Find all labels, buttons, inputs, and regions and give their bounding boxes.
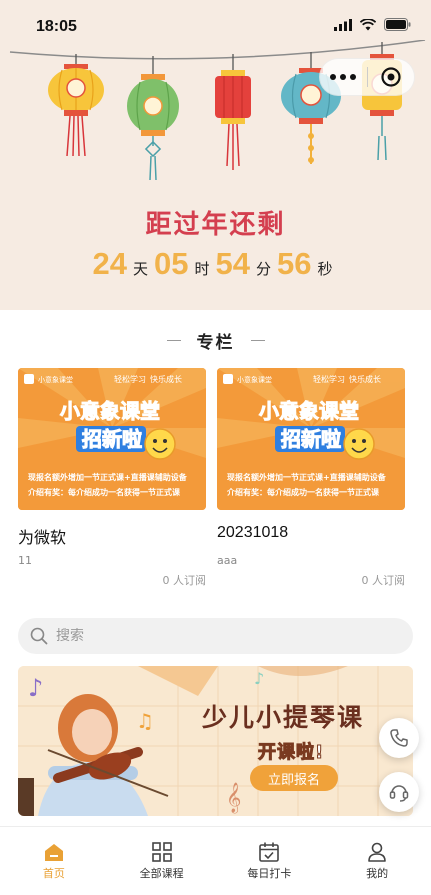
countdown-minutes: 54: [215, 246, 250, 281]
poster-line-2: 介绍有奖：每介绍成功一名获得一节正式课: [27, 487, 181, 497]
signal-icon: [334, 18, 352, 31]
poster-slogan-b: 快乐成长: [349, 374, 381, 384]
status-time: 18:05: [36, 18, 77, 35]
user-icon: [368, 842, 386, 862]
tab-daily-checkin-label: 每日打卡: [247, 867, 292, 880]
poster-slogan-a: 轻松学习: [114, 374, 146, 384]
card-subscriber-count: 0 人订阅: [361, 574, 406, 587]
poster-artwork: 小意象课堂 轻松学习 快乐成长 小意象课堂 招新啦 现报名额外增加一节正式课+直…: [217, 368, 405, 510]
customer-service-button[interactable]: [379, 772, 419, 812]
bottom-tab-bar: 首页 全部课程 每日打卡 我的: [0, 826, 431, 895]
wifi-icon: [360, 18, 376, 30]
countdown-timer: 24 天 05 时 54 分 56 秒: [0, 246, 431, 282]
tab-mine-label: 我的: [366, 867, 389, 880]
calendar-check-icon: [259, 842, 280, 862]
battery-icon: [384, 18, 411, 31]
countdown-days: 24: [92, 246, 127, 281]
dot-icon: [330, 74, 337, 80]
section-title: 专栏: [196, 332, 235, 353]
dot-icon: [350, 74, 357, 80]
home-icon: [44, 844, 63, 861]
tab-daily-checkin[interactable]: 每日打卡: [216, 827, 324, 895]
divider-line: [250, 339, 265, 341]
phone-icon: [390, 729, 408, 747]
poster-brand: 小意象课堂: [237, 375, 272, 384]
mini-program-capsule: [319, 58, 415, 96]
countdown-minutes-unit: 分: [255, 260, 271, 278]
countdown-seconds-unit: 秒: [317, 260, 333, 278]
tab-home-label: 首页: [42, 867, 65, 880]
card-description: 11: [18, 554, 32, 567]
poster-artwork: 小意象课堂 轻松学习 快乐成长 小意象课堂 招新啦 现报名额外增加一节正式课+直…: [18, 368, 206, 510]
more-options-button[interactable]: [320, 59, 367, 95]
violin-course-banner[interactable]: ♪ ♫ 𝄞 ♪ 少儿小提琴课 开课啦! 立即报名: [18, 666, 413, 816]
banner-title: 少儿小提琴课: [202, 703, 365, 732]
poster-line-1: 现报名额外增加一节正式课+直播课辅助设备: [28, 472, 188, 482]
poster-headline-2: 招新啦: [281, 427, 341, 451]
course-poster-image[interactable]: 小意象课堂 轻松学习 快乐成长 小意象课堂 招新啦 现报名额外增加一节正式课+直…: [217, 368, 405, 510]
column-card[interactable]: 小意象课堂 轻松学习 快乐成长 小意象课堂 招新啦 现报名额外增加一节正式课+直…: [18, 368, 206, 588]
tab-mine[interactable]: 我的: [323, 827, 431, 895]
tab-home[interactable]: 首页: [0, 827, 108, 895]
new-year-countdown-hero: 18:05 距过年还剩 24 天 05 时 54 分 56 秒: [0, 0, 431, 310]
phone-call-button[interactable]: [379, 718, 419, 758]
countdown-hours: 05: [154, 246, 189, 281]
card-title: 20231018: [217, 524, 289, 541]
enroll-now-button[interactable]: 立即报名: [250, 765, 338, 791]
countdown-seconds: 56: [277, 246, 312, 281]
search-icon: [30, 627, 48, 645]
poster-slogan-a: 轻松学习: [313, 374, 345, 384]
poster-line-2: 介绍有奖：每介绍成功一名获得一节正式课: [226, 487, 380, 497]
divider-line: [166, 339, 181, 341]
search-bar[interactable]: [18, 618, 413, 654]
search-input[interactable]: [56, 628, 376, 644]
headset-icon: [389, 785, 409, 802]
close-mini-program-button[interactable]: [367, 59, 414, 95]
music-note-icon: ♪: [28, 674, 43, 702]
card-subscriber-count: 0 人订阅: [162, 574, 207, 587]
countdown-title: 距过年还剩: [145, 210, 286, 240]
poster-slogan-b: 快乐成长: [150, 374, 182, 384]
poster-headline: 小意象课堂: [60, 399, 160, 423]
music-note-icon: ♫: [136, 709, 154, 733]
poster-line-1: 现报名额外增加一节正式课+直播课辅助设备: [227, 472, 387, 482]
card-title: 为微软: [18, 530, 67, 547]
poster-headline: 小意象课堂: [259, 399, 359, 423]
column-section-header: 专栏: [0, 326, 431, 354]
course-poster-image[interactable]: 小意象课堂 轻松学习 快乐成长 小意象课堂 招新啦 现报名额外增加一节正式课+直…: [18, 368, 206, 510]
tab-all-courses[interactable]: 全部课程: [108, 827, 216, 895]
tab-all-courses-label: 全部课程: [139, 867, 184, 880]
banner-subtitle: 开课啦!: [257, 742, 325, 764]
music-note-icon: ♪: [254, 669, 264, 688]
countdown-days-unit: 天: [132, 260, 148, 278]
countdown-hours-unit: 时: [194, 260, 210, 278]
status-icons: [334, 18, 411, 31]
poster-headline-2: 招新啦: [82, 427, 142, 451]
banner-artwork: ♪ ♫ 𝄞 ♪: [18, 666, 413, 816]
dot-icon: [340, 74, 347, 80]
poster-brand: 小意象课堂: [38, 375, 73, 384]
target-close-icon: [381, 67, 401, 87]
column-card[interactable]: 小意象课堂 轻松学习 快乐成长 小意象课堂 招新啦 现报名额外增加一节正式课+直…: [217, 368, 405, 588]
treble-clef-icon: 𝄞: [226, 782, 241, 814]
grid-icon: [151, 842, 172, 862]
card-description: aaa: [217, 554, 238, 567]
